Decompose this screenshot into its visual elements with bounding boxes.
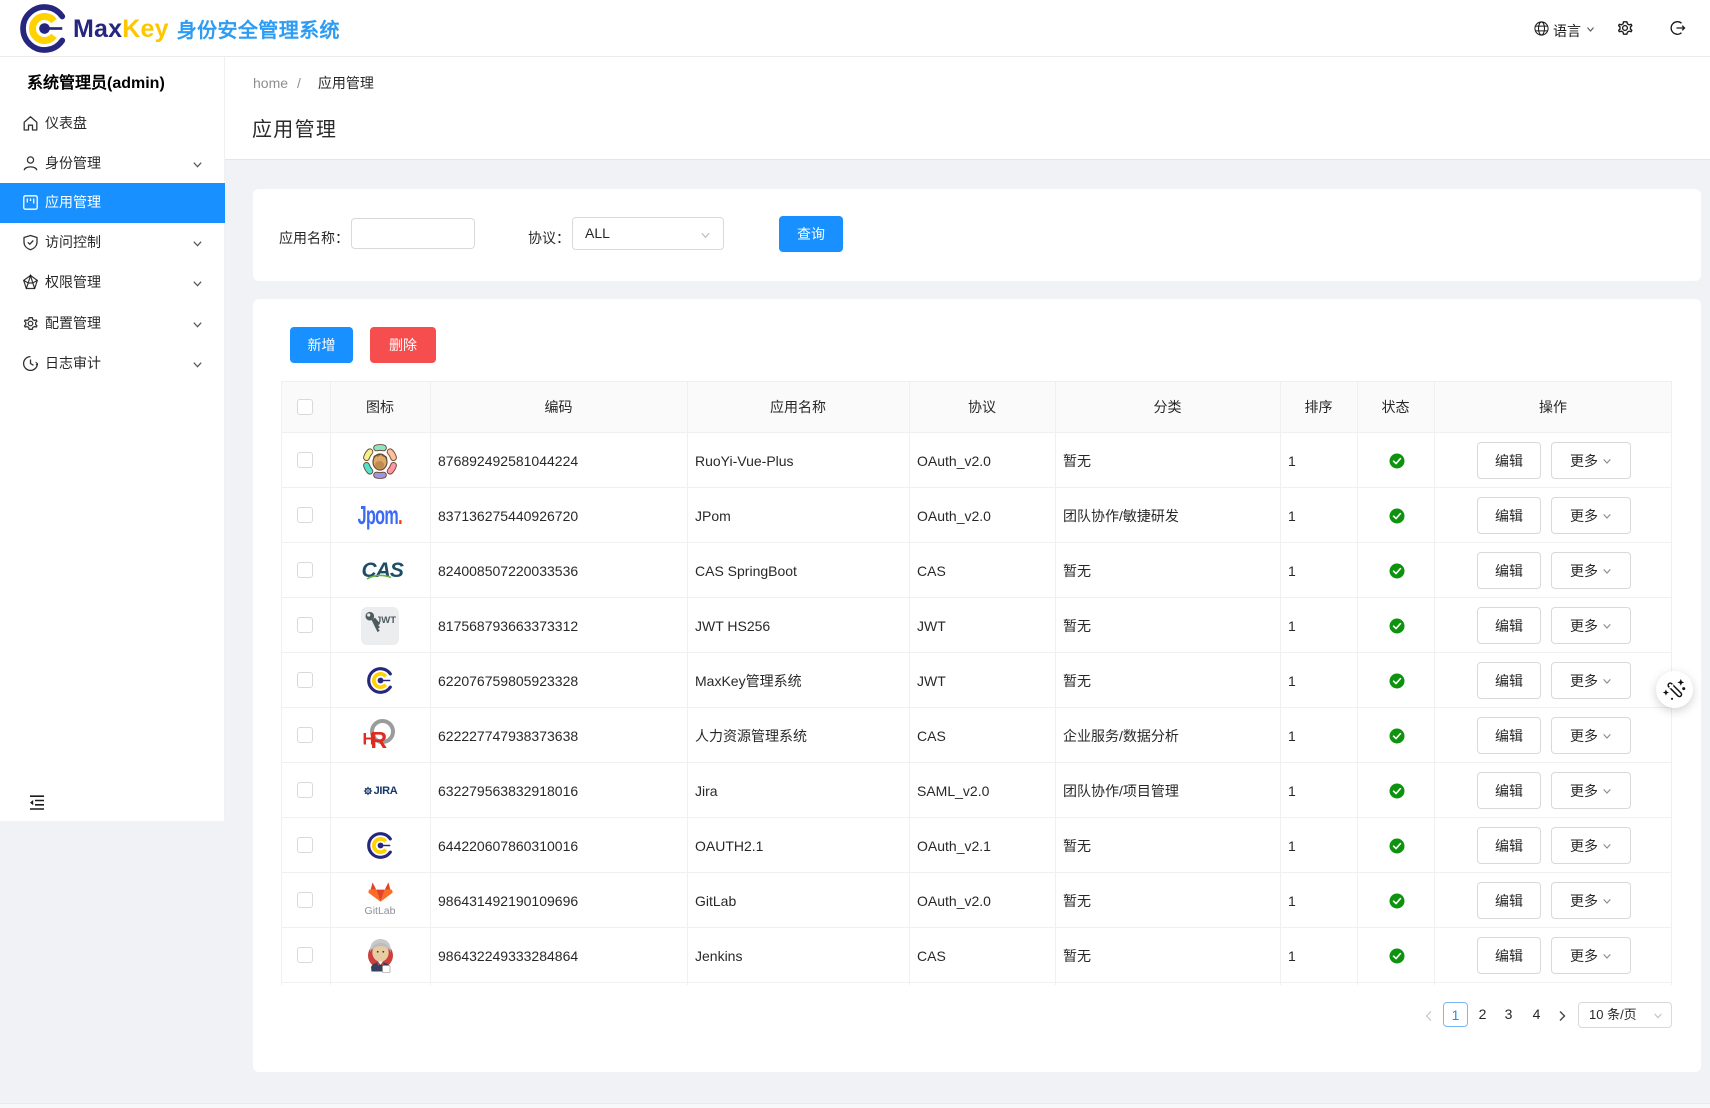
svg-text:JWT: JWT	[376, 615, 396, 626]
svg-text:R: R	[371, 727, 388, 753]
